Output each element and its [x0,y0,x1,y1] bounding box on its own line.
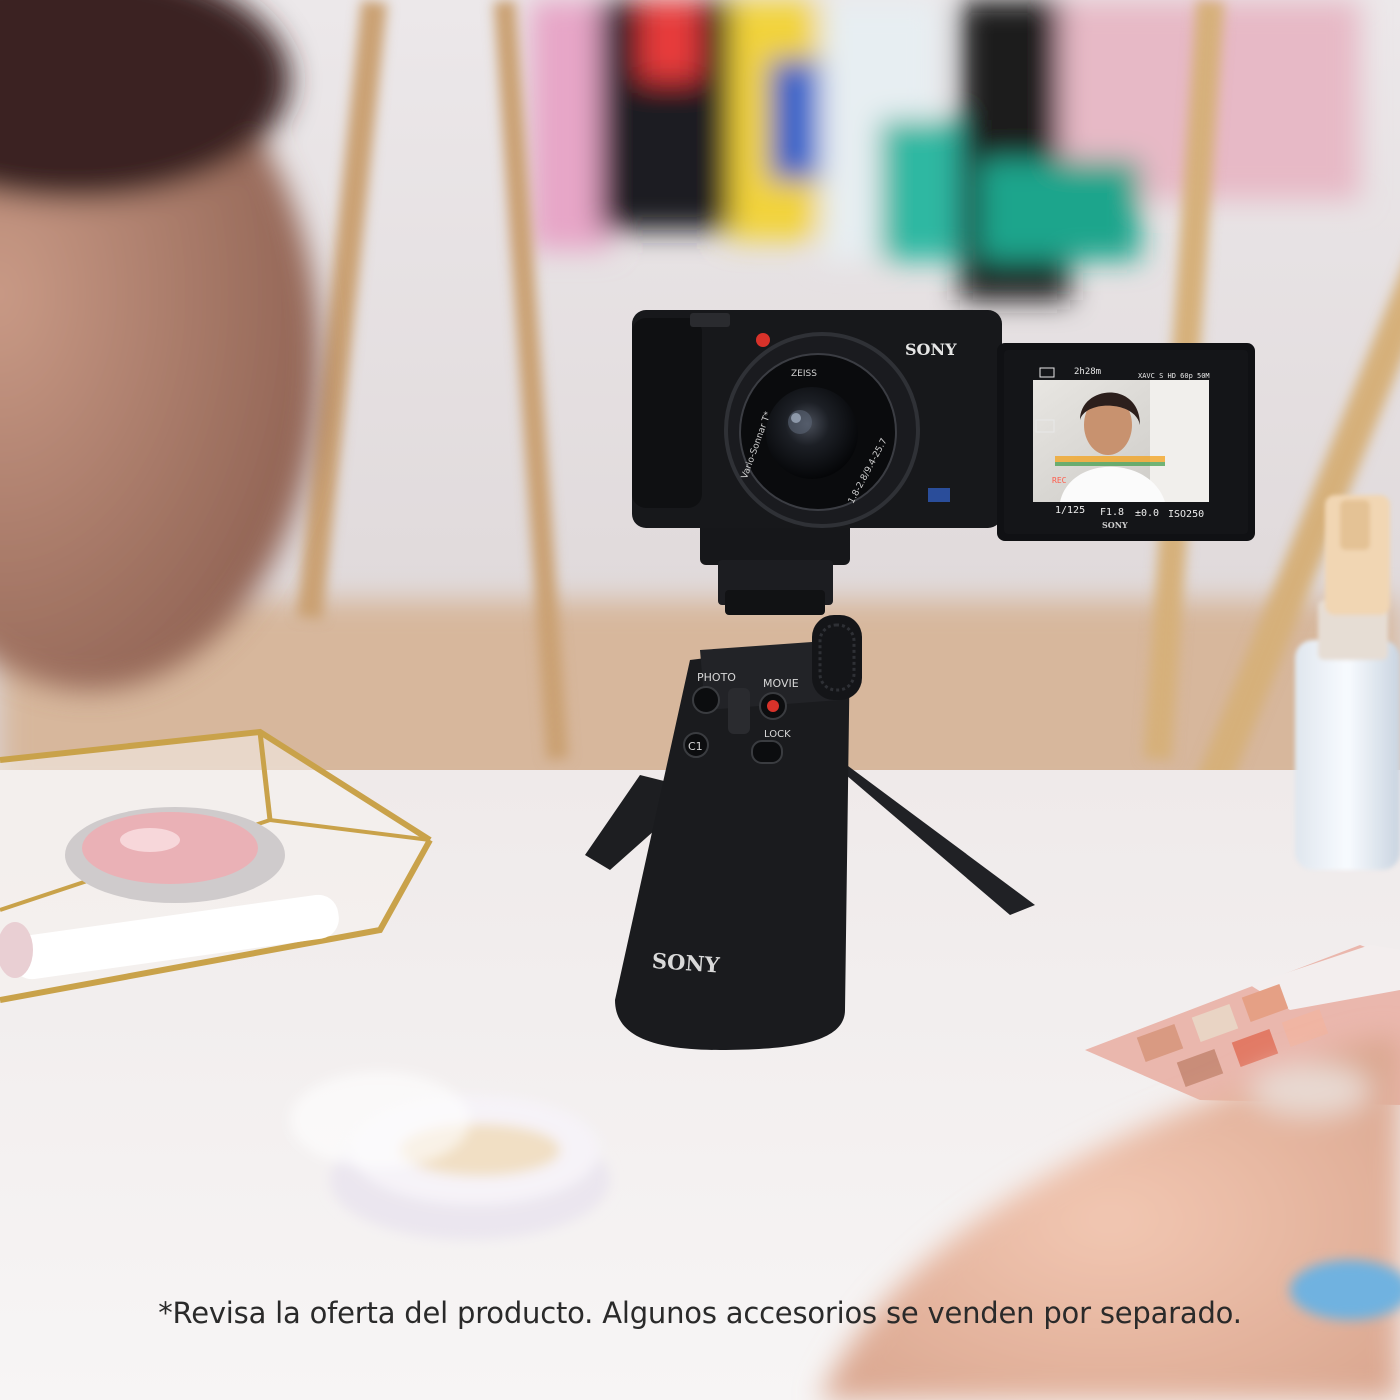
screen-format: XAVC S HD 60p 50M [1138,372,1210,380]
camera-grip [632,318,702,508]
lens-zeiss-text: ZEISS [791,369,817,379]
photo-label: PHOTO [697,671,736,684]
product-photo: PHOTO MOVIE C1 LOCK SONY SONY ZEISS Vari… [0,0,1400,1400]
photo-button[interactable] [692,686,720,714]
screen-aperture: F1.8 [1100,507,1124,518]
movie-label: MOVIE [763,677,799,690]
record-dot-icon [767,700,779,712]
camera-brand-logo: SONY [905,340,957,359]
camera-top-dial [690,313,730,327]
lens-glass [766,387,858,479]
screen-brand-logo: SONY [1102,520,1128,530]
zeiss-badge [928,488,950,502]
zoom-lever[interactable] [728,688,750,734]
sony-camera: SONY ZEISS Vario-Sonnar T* 1.8-2.8/9.4-2… [632,310,1255,541]
screen-iso: ISO250 [1168,509,1204,520]
screen-shutter: 1/125 [1055,505,1085,516]
lock-switch[interactable] [751,740,783,764]
screen-rec-label: REC [1052,476,1067,485]
screen-exposure: ±0.0 [1135,508,1159,519]
c1-label: C1 [688,740,703,753]
lock-label: LOCK [764,729,791,740]
disclaimer-text: *Revisa la oferta del producto. Algunos … [158,1296,1242,1330]
grip-brand-logo: SONY [651,948,721,978]
tally-lamp [756,333,770,347]
vlog-camera-scene: PHOTO MOVIE C1 LOCK SONY SONY ZEISS Vari… [0,0,1400,1400]
screen-time-remaining: 2h28m [1074,367,1101,377]
